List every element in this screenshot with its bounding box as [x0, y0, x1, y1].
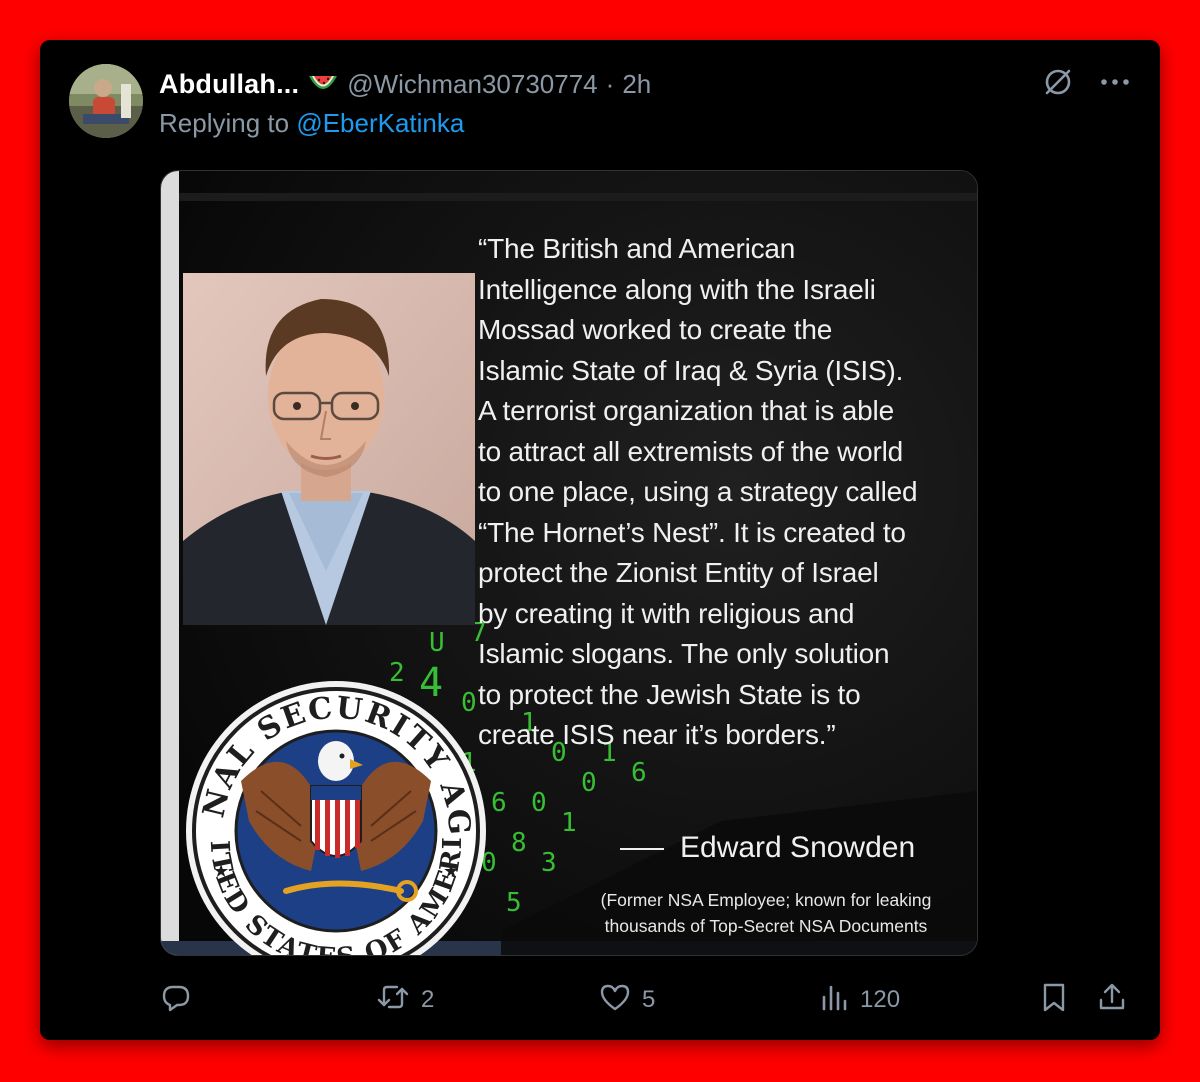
tweet-timestamp[interactable]: 2h: [622, 69, 651, 100]
share-icon: [1097, 981, 1127, 1020]
bookmark-icon: [1040, 981, 1068, 1020]
user-avatar[interactable]: [69, 64, 143, 138]
watermelon-emoji-icon: [307, 72, 339, 96]
share-button[interactable]: [1097, 978, 1127, 1022]
quote-attribution: Edward Snowden: [620, 831, 915, 865]
reply-to-link[interactable]: @EberKatinka: [296, 108, 464, 138]
views-icon: [820, 981, 850, 1020]
views-count: 120: [860, 986, 901, 1013]
svg-text:★: ★: [213, 861, 229, 881]
tweet-action-bar: 2 5 120: [40, 978, 1160, 1022]
tweet-header: Abdullah... @Wichman30730774 · 2h: [159, 66, 651, 102]
reply-icon: [160, 981, 192, 1020]
svg-text:U: U: [429, 628, 445, 658]
svg-text:1: 1: [561, 808, 577, 838]
more-icon[interactable]: [1100, 77, 1130, 87]
portrait-photo: [183, 273, 475, 625]
retweet-button[interactable]: 2: [375, 978, 434, 1022]
display-name[interactable]: Abdullah...: [159, 69, 299, 100]
svg-text:3: 3: [541, 848, 557, 878]
attribution-name: Edward Snowden: [680, 831, 916, 864]
grok-icon[interactable]: [1042, 66, 1074, 98]
like-button[interactable]: 5: [598, 978, 655, 1022]
snowden-quote-text: “The British and American Intelligence a…: [478, 233, 918, 750]
reply-button[interactable]: [160, 978, 202, 1022]
attribution-dash: [620, 848, 664, 851]
heart-icon: [598, 981, 632, 1020]
user-handle[interactable]: @Wichman30730774: [347, 69, 597, 100]
tweet-top-actions: [1042, 66, 1130, 98]
views-button[interactable]: 120: [820, 978, 900, 1022]
svg-text:2: 2: [389, 658, 405, 688]
svg-text:0: 0: [461, 688, 477, 718]
reply-prefix: Replying to: [159, 108, 290, 138]
replying-to: Replying to @EberKatinka: [159, 108, 464, 139]
like-count: 5: [642, 986, 656, 1013]
svg-text:5: 5: [506, 888, 522, 918]
svg-text:6: 6: [631, 758, 647, 788]
bookmark-button[interactable]: [1040, 978, 1068, 1022]
tweet-media-image[interactable]: 2 4 U 0 1 6 8 0 3 1 0 5 1 0 1 0 7 1 0 6: [160, 170, 978, 956]
svg-text:★: ★: [443, 861, 459, 881]
svg-text:0: 0: [581, 768, 597, 798]
svg-text:6: 6: [491, 788, 507, 818]
separator-dot: ·: [605, 68, 615, 99]
retweet-icon: [375, 981, 411, 1020]
avatar-image: [69, 64, 143, 138]
tweet-card[interactable]: Abdullah... @Wichman30730774 · 2h Replyi…: [40, 40, 1160, 1040]
svg-text:8: 8: [511, 828, 527, 858]
attribution-caption: (Former NSA Employee; known for leaking …: [600, 890, 932, 936]
svg-text:4: 4: [419, 660, 443, 706]
retweet-count: 2: [421, 986, 435, 1013]
svg-text:0: 0: [531, 788, 547, 818]
